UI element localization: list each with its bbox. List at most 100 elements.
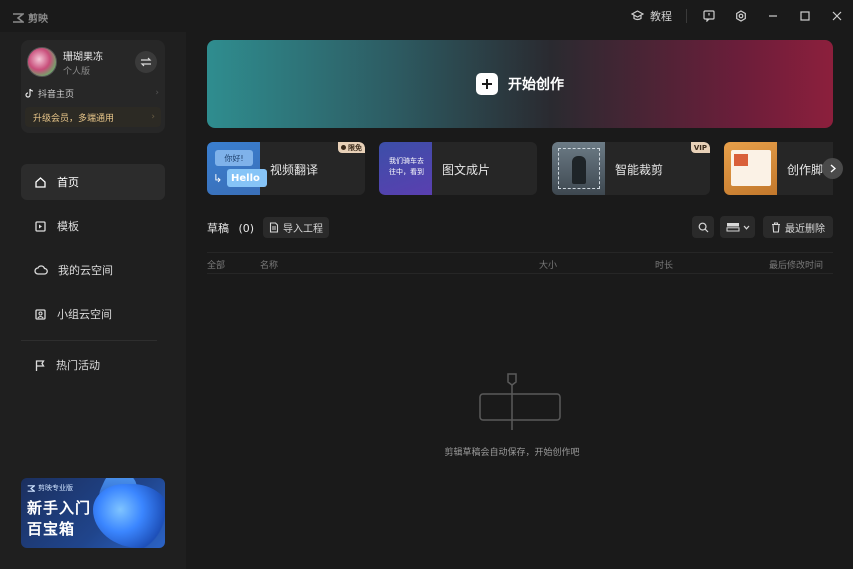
vip-badge: VIP bbox=[690, 142, 710, 153]
promo-brand: 剪映专业版 bbox=[27, 483, 73, 493]
promo-title-line2: 百宝箱 bbox=[27, 520, 76, 538]
empty-state-message: 剪辑草稿会自动保存，开始创作吧 bbox=[444, 448, 580, 458]
sidebar: 珊瑚果冻 个人版 抖音主页 › 升级会员，多端通用 › 首页 模板 我的云空间 bbox=[0, 32, 186, 569]
tool-text-to-video[interactable]: 我们骑车去往中，看到 图文成片 bbox=[379, 142, 537, 195]
promo-title-line1: 新手入门 bbox=[27, 499, 92, 517]
recently-deleted-label: 最近删除 bbox=[785, 223, 825, 235]
avatar[interactable] bbox=[27, 47, 57, 77]
team-cloud-icon bbox=[35, 308, 46, 320]
chevron-right-icon bbox=[830, 164, 836, 173]
start-creating-label: 开始创作 bbox=[508, 77, 564, 93]
tool-label: 图文成片 bbox=[442, 163, 491, 177]
sidebar-divider bbox=[21, 340, 157, 341]
chevron-down-icon bbox=[743, 225, 749, 230]
promo-brand-text: 剪映专业版 bbox=[38, 484, 73, 492]
column-header-modified[interactable]: 最后修改时间 bbox=[769, 258, 823, 271]
tool-creation-script[interactable]: 创作脚本 bbox=[724, 142, 833, 195]
feedback-button[interactable] bbox=[693, 0, 725, 32]
flag-icon bbox=[35, 359, 45, 371]
thumb-bubble: Hello bbox=[227, 169, 267, 187]
sidebar-item-home[interactable]: 首页 bbox=[21, 164, 165, 200]
drafts-title-label: 草稿 bbox=[207, 222, 229, 235]
smart-crop-thumbnail bbox=[552, 142, 605, 195]
template-icon bbox=[35, 220, 46, 232]
maximize-button[interactable] bbox=[789, 0, 821, 32]
drafts-count: (0) bbox=[238, 222, 255, 235]
minimize-icon bbox=[769, 15, 777, 17]
text-to-video-thumbnail: 我们骑车去往中，看到 bbox=[379, 142, 432, 195]
column-header-name[interactable]: 名称 bbox=[260, 258, 278, 271]
promo-shape bbox=[93, 484, 165, 548]
douyin-label: 抖音主页 bbox=[38, 89, 75, 100]
tool-label: 智能裁剪 bbox=[615, 163, 664, 177]
capcut-logo-icon bbox=[13, 12, 24, 23]
search-drafts-button[interactable] bbox=[692, 216, 714, 238]
douyin-icon bbox=[25, 88, 34, 98]
empty-timeline-icon bbox=[479, 373, 561, 430]
chevron-right-icon: › bbox=[151, 112, 155, 122]
free-badge-label: 限免 bbox=[348, 143, 362, 152]
tutorial-label: 教程 bbox=[650, 10, 672, 23]
tools-next-button[interactable] bbox=[822, 158, 843, 179]
sidebar-item-team-cloud[interactable]: 小组云空间 bbox=[21, 296, 165, 332]
sidebar-item-events[interactable]: 热门活动 bbox=[21, 347, 165, 383]
douyin-homepage-link[interactable]: 抖音主页 › bbox=[25, 85, 159, 101]
thumb-bubble: 你好! bbox=[215, 150, 253, 166]
tool-video-translate[interactable]: 你好! Hello ↳ 视频翻译 限免 bbox=[207, 142, 365, 195]
sidebar-item-label: 模板 bbox=[57, 220, 79, 233]
switch-account-button[interactable] bbox=[135, 51, 157, 73]
view-mode-dropdown[interactable] bbox=[720, 216, 755, 238]
import-project-button[interactable]: 导入工程 bbox=[263, 217, 329, 238]
close-button[interactable] bbox=[821, 0, 853, 32]
sidebar-item-templates[interactable]: 模板 bbox=[21, 208, 165, 244]
close-icon bbox=[832, 11, 842, 21]
recently-deleted-button[interactable]: 最近删除 bbox=[763, 216, 833, 238]
cloud-icon bbox=[34, 265, 48, 275]
graduation-cap-icon bbox=[631, 10, 644, 21]
document-icon bbox=[269, 222, 279, 233]
start-creating-button[interactable]: 开始创作 bbox=[207, 40, 833, 128]
drafts-table-header: 全部 名称 大小 时长 最后修改时间 bbox=[207, 252, 833, 274]
upgrade-label: 升级会员，多端通用 bbox=[33, 113, 115, 124]
title-bar: 剪映 教程 bbox=[0, 0, 853, 32]
tutorial-button[interactable]: 教程 bbox=[623, 0, 680, 32]
sidebar-item-label: 热门活动 bbox=[56, 359, 100, 372]
sidebar-item-label: 小组云空间 bbox=[57, 308, 112, 321]
app-logo-text: 剪映 bbox=[28, 14, 48, 25]
gear-icon bbox=[736, 10, 746, 22]
trash-icon bbox=[772, 221, 780, 233]
drafts-toolbar: 草稿 (0) 导入工程 最近删除 bbox=[207, 216, 833, 238]
free-badge-dot-icon bbox=[341, 145, 346, 150]
maximize-icon bbox=[800, 11, 810, 21]
upgrade-membership-link[interactable]: 升级会员，多端通用 › bbox=[25, 107, 161, 127]
user-tier: 个人版 bbox=[63, 67, 91, 77]
chevron-right-icon: › bbox=[155, 88, 159, 98]
import-project-label: 导入工程 bbox=[283, 224, 323, 235]
drafts-title: 草稿 (0) bbox=[207, 220, 254, 236]
sidebar-nav: 首页 模板 我的云空间 小组云空间 热门活动 bbox=[21, 164, 165, 391]
column-header-duration[interactable]: 时长 bbox=[655, 258, 673, 271]
titlebar-divider bbox=[686, 9, 687, 23]
capcut-logo-icon bbox=[27, 484, 35, 492]
list-view-icon bbox=[726, 223, 739, 232]
minimize-button[interactable] bbox=[757, 0, 789, 32]
tool-smart-crop[interactable]: 智能裁剪 VIP bbox=[552, 142, 710, 195]
video-translate-thumbnail: 你好! Hello ↳ bbox=[207, 142, 267, 195]
search-icon bbox=[698, 222, 708, 232]
thumb-picture bbox=[734, 154, 748, 166]
home-icon bbox=[35, 176, 46, 188]
free-badge: 限免 bbox=[338, 142, 365, 153]
settings-button[interactable] bbox=[725, 0, 757, 32]
creation-script-thumbnail bbox=[724, 142, 777, 195]
column-header-all[interactable]: 全部 bbox=[207, 258, 225, 271]
crop-frame bbox=[558, 148, 600, 189]
feedback-icon bbox=[703, 10, 715, 22]
column-header-size[interactable]: 大小 bbox=[539, 258, 557, 271]
sidebar-item-label: 首页 bbox=[57, 176, 79, 189]
beginner-promo-banner[interactable]: 剪映专业版 新手入门 百宝箱 bbox=[21, 478, 165, 548]
sidebar-item-label: 我的云空间 bbox=[58, 264, 113, 277]
arrow-icon: ↳ bbox=[213, 172, 223, 185]
sidebar-item-my-cloud[interactable]: 我的云空间 bbox=[21, 252, 165, 288]
plus-icon bbox=[476, 73, 498, 95]
tool-label: 视频翻译 bbox=[270, 163, 319, 177]
